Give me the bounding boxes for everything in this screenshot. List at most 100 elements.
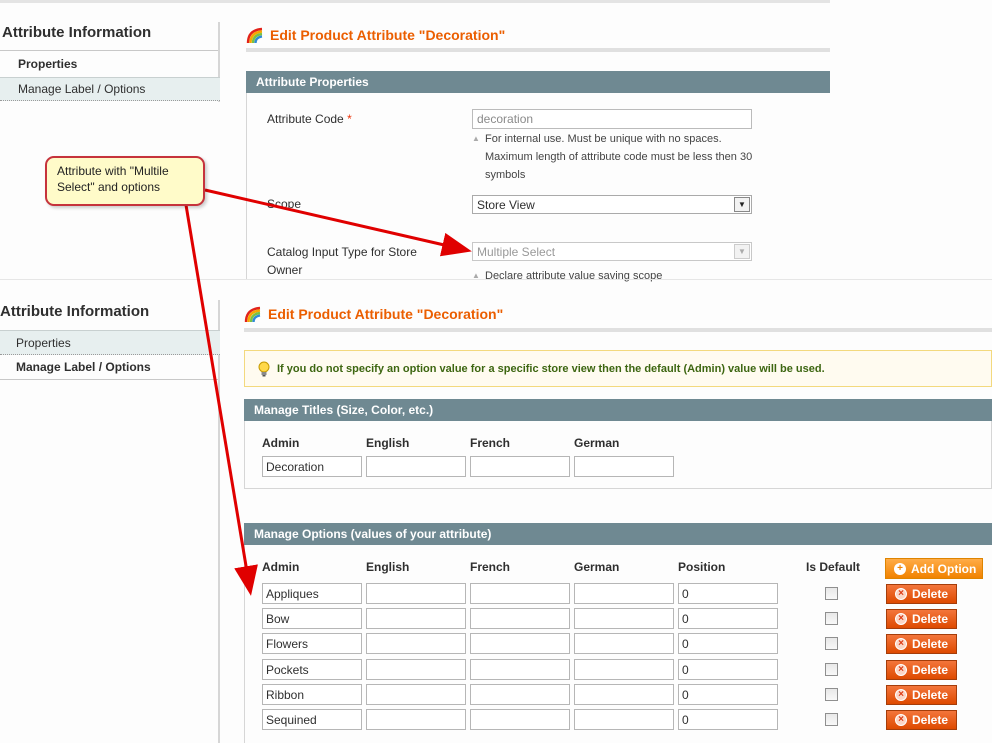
section-header-manage-titles: Manage Titles (Size, Color, etc.) (244, 399, 992, 421)
delete-option-button[interactable]: × Delete (886, 660, 957, 680)
scope-note: Declare attribute value saving scope (472, 267, 772, 285)
delete-option-button[interactable]: × Delete (886, 710, 957, 730)
option-french-input[interactable] (470, 684, 570, 705)
section-title: Manage Options (values of your attribute… (254, 527, 492, 541)
option-position-input[interactable]: 0 (678, 633, 778, 654)
close-circle-icon: × (895, 588, 907, 600)
sidebar-item-manage-label-options[interactable]: Manage Label / Options (0, 77, 220, 101)
section-title: Attribute Properties (256, 75, 369, 89)
close-circle-icon: × (895, 714, 907, 726)
delete-label: Delete (912, 612, 949, 626)
delete-option-button[interactable]: × Delete (886, 634, 957, 654)
close-circle-icon: × (895, 689, 907, 701)
option-french-input[interactable] (470, 659, 570, 680)
annotation-callout: Attribute with "Multile Select" and opti… (45, 156, 205, 206)
option-german-input[interactable] (574, 583, 674, 604)
title-french-input[interactable] (470, 456, 570, 477)
column-header-german: German (574, 436, 620, 450)
delete-option-button[interactable]: × Delete (886, 685, 957, 705)
column-header-position: Position (678, 560, 726, 574)
option-french-input[interactable] (470, 608, 570, 629)
sidebar-item-manage-label-options[interactable]: Manage Label / Options (0, 355, 218, 380)
delete-option-button[interactable]: × Delete (886, 609, 957, 629)
title-rule (244, 328, 992, 332)
options-box-border (244, 545, 245, 743)
close-circle-icon: × (895, 638, 907, 650)
is-default-checkbox[interactable] (825, 713, 838, 726)
option-admin-input[interactable]: Ribbon (262, 684, 362, 705)
option-english-input[interactable] (366, 684, 466, 705)
notice-text: If you do not specify an option value fo… (277, 362, 825, 375)
titles-box (244, 421, 992, 489)
sidebar-divider (0, 50, 220, 51)
title-english-input[interactable] (366, 456, 466, 477)
top-rule (0, 0, 830, 3)
option-position-input[interactable]: 0 (678, 709, 778, 730)
option-german-input[interactable] (574, 684, 674, 705)
option-french-input[interactable] (470, 709, 570, 730)
sidebar-item-properties[interactable]: Properties (0, 52, 218, 76)
option-position-input[interactable]: 0 (678, 608, 778, 629)
column-header-admin: Admin (262, 436, 300, 450)
option-english-input[interactable] (366, 608, 466, 629)
option-german-input[interactable] (574, 608, 674, 629)
scope-select-value: Store View (477, 197, 535, 212)
sidebar-edge (218, 300, 220, 743)
delete-option-button[interactable]: × Delete (886, 584, 957, 604)
lightbulb-icon (258, 361, 270, 376)
column-header-french: French (470, 436, 511, 450)
title-admin-input[interactable]: Decoration (262, 456, 362, 477)
option-admin-input[interactable]: Bow (262, 608, 362, 629)
option-german-input[interactable] (574, 659, 674, 680)
is-default-checkbox[interactable] (825, 688, 838, 701)
option-french-input[interactable] (470, 583, 570, 604)
option-german-input[interactable] (574, 709, 674, 730)
is-default-checkbox[interactable] (825, 637, 838, 650)
plus-circle-icon: + (894, 562, 906, 575)
section-header-attribute-properties: Attribute Properties (246, 71, 830, 93)
close-circle-icon: × (895, 613, 907, 625)
option-french-input[interactable] (470, 633, 570, 654)
sidebar-item-label: Manage Label / Options (16, 360, 151, 374)
option-admin-input[interactable]: Flowers (262, 633, 362, 654)
delete-label: Delete (912, 637, 949, 651)
sidebar-item-label: Properties (16, 335, 71, 350)
option-admin-input[interactable]: Pockets (262, 659, 362, 680)
column-header-admin: Admin (262, 560, 300, 574)
add-option-button[interactable]: + Add Option (885, 558, 983, 579)
chevron-down-icon: ▼ (734, 197, 750, 212)
option-english-input[interactable] (366, 583, 466, 604)
is-default-checkbox[interactable] (825, 612, 838, 625)
is-default-checkbox[interactable] (825, 663, 838, 676)
is-default-checkbox[interactable] (825, 587, 838, 600)
column-header-english: English (366, 560, 410, 574)
option-position-input[interactable]: 0 (678, 684, 778, 705)
option-position-input[interactable]: 0 (678, 583, 778, 604)
screenshot-split-line (0, 279, 992, 280)
input-type-select[interactable]: Multiple Select ▼ (472, 242, 752, 261)
page-title-text: Edit Product Attribute "Decoration" (270, 27, 506, 43)
column-header-is-default: Is Default (806, 560, 861, 574)
option-admin-input[interactable]: Sequined (262, 709, 362, 730)
option-admin-input[interactable]: Appliques (262, 583, 362, 604)
attribute-code-input[interactable]: decoration (472, 109, 752, 129)
section-box-border (246, 93, 247, 279)
delete-label: Delete (912, 663, 949, 677)
option-position-input[interactable]: 0 (678, 659, 778, 680)
column-header-german: German (574, 560, 620, 574)
title-german-input[interactable] (574, 456, 674, 477)
rainbow-icon (246, 27, 263, 43)
input-type-label: Catalog Input Type for Store Owner (267, 245, 417, 277)
option-german-input[interactable] (574, 633, 674, 654)
column-header-english: English (366, 436, 410, 450)
section-header-manage-options: Manage Options (values of your attribute… (244, 523, 992, 545)
required-mark: * (347, 112, 352, 126)
option-english-input[interactable] (366, 659, 466, 680)
notice-box: If you do not specify an option value fo… (244, 350, 992, 387)
scope-select[interactable]: Store View ▼ (472, 195, 752, 214)
sidebar-item-properties[interactable]: Properties (0, 330, 220, 355)
option-english-input[interactable] (366, 709, 466, 730)
option-english-input[interactable] (366, 633, 466, 654)
sidebar-title: Attribute Information (2, 24, 152, 41)
scope-label: Scope (267, 197, 302, 211)
